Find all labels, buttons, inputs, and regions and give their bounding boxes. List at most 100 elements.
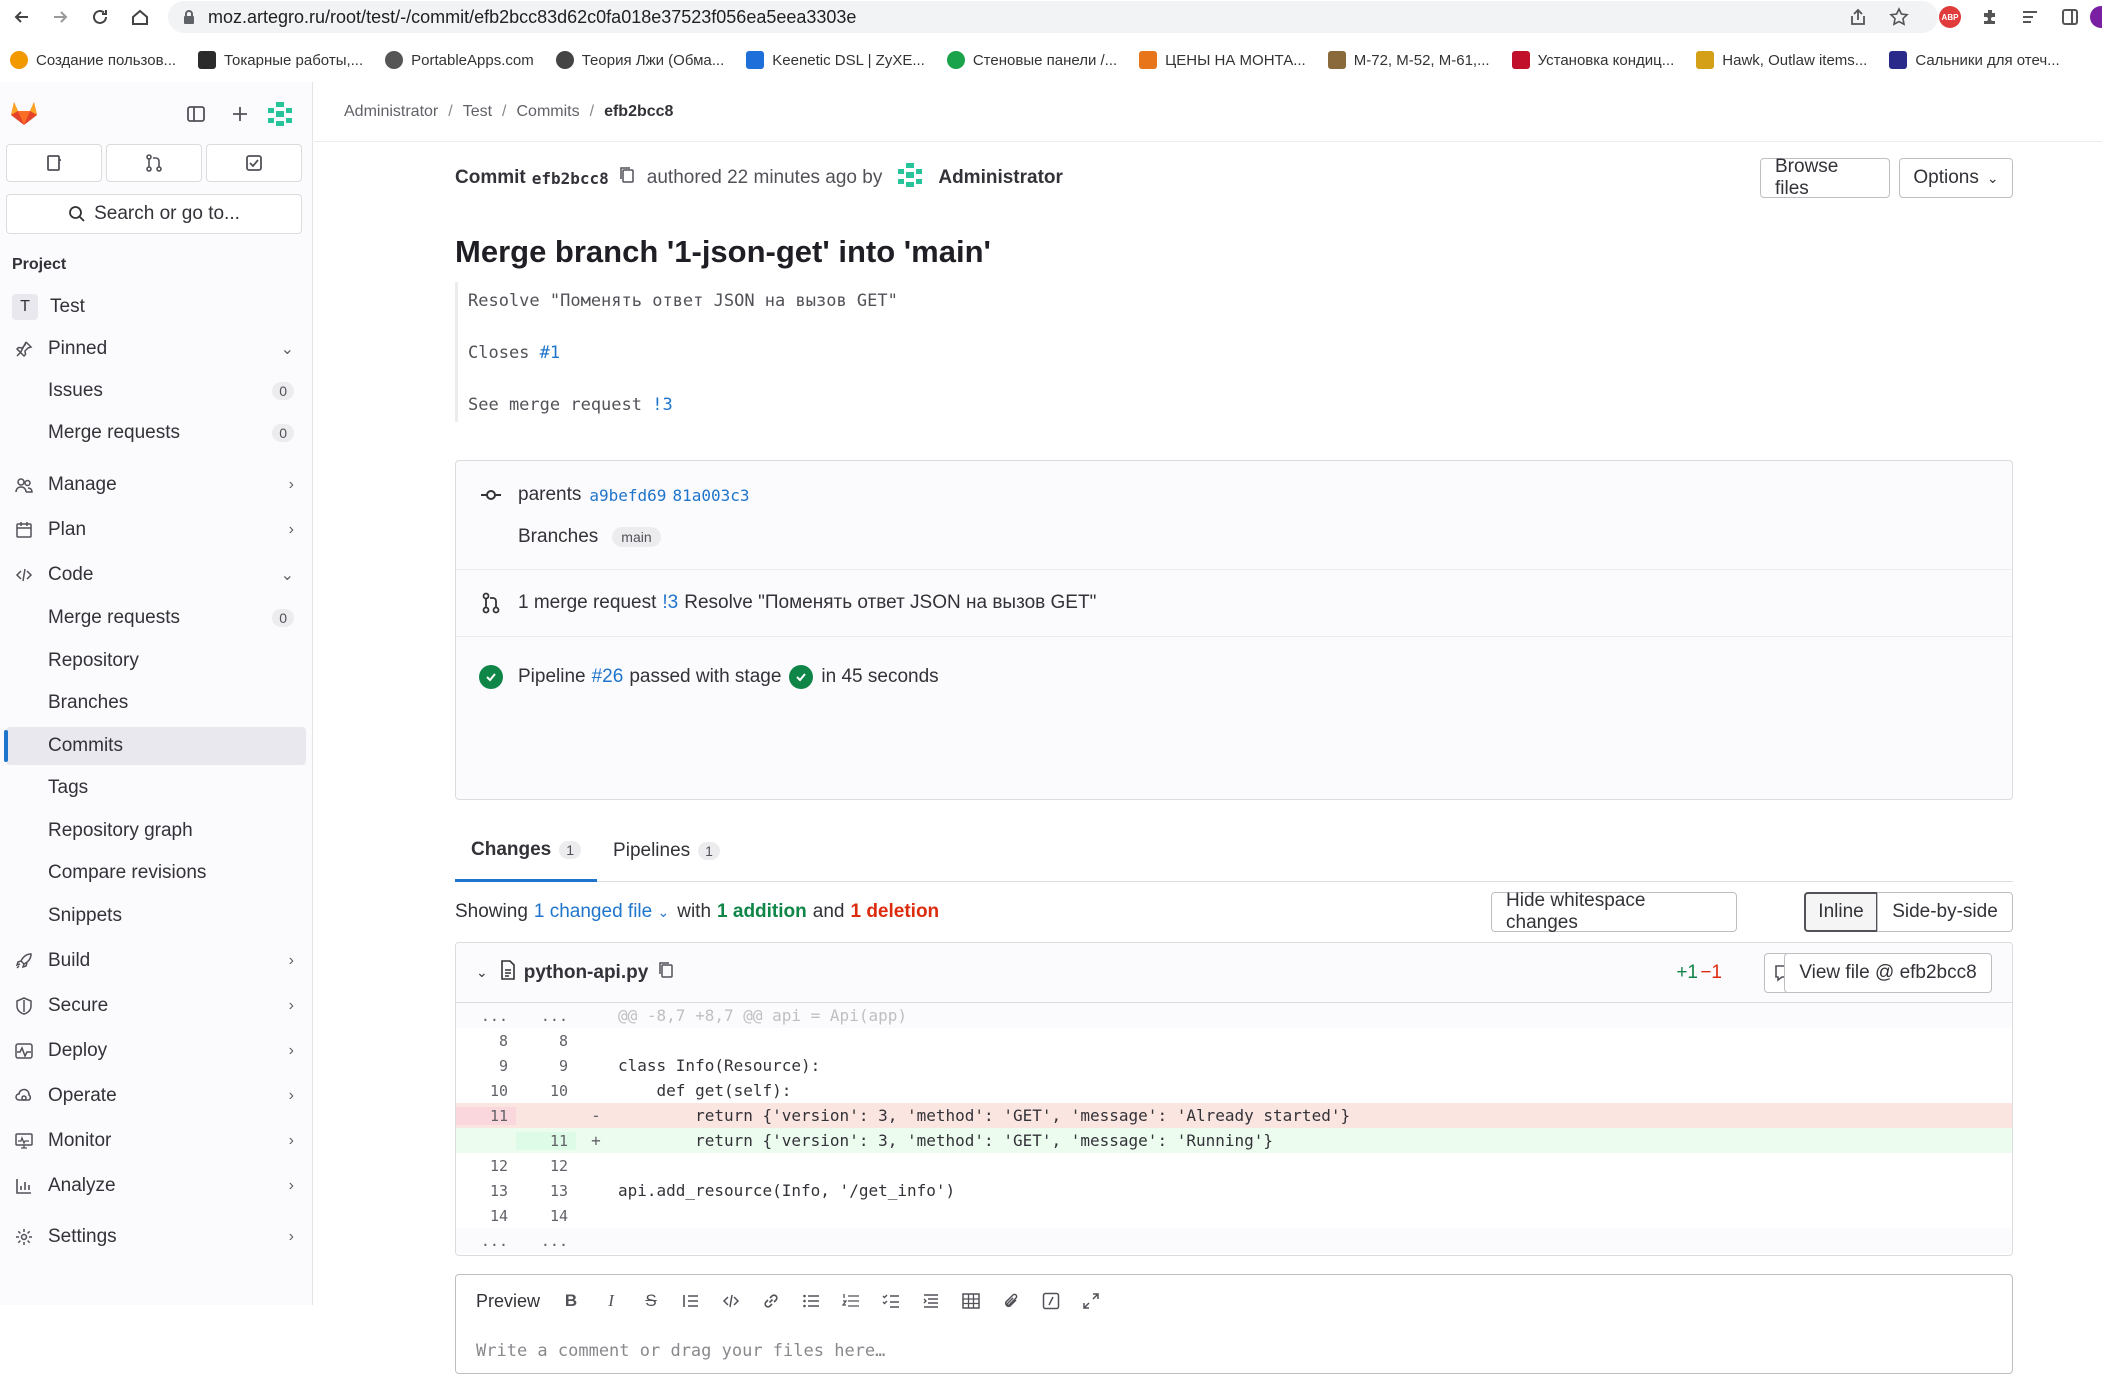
line-number[interactable]: 14 xyxy=(456,1207,516,1225)
user-avatar-icon[interactable] xyxy=(266,100,294,128)
issue-link[interactable]: #1 xyxy=(540,343,560,363)
breadcrumb-item[interactable]: Commits xyxy=(517,103,580,121)
sidebar-item-code[interactable]: Code ⌄ xyxy=(6,556,306,594)
line-number[interactable]: 14 xyxy=(516,1207,576,1225)
sidebar-item-pinned[interactable]: Pinned ⌄ xyxy=(6,330,306,368)
sidebar-item-commits[interactable]: Commits xyxy=(4,727,306,765)
sidebar-item-repository[interactable]: Repository xyxy=(6,642,306,680)
bold-icon[interactable]: B xyxy=(558,1288,584,1314)
share-icon[interactable] xyxy=(1846,5,1870,29)
task-list-icon[interactable] xyxy=(878,1288,904,1314)
sidebar-item-repository-graph[interactable]: Repository graph xyxy=(6,812,306,850)
bookmark-item[interactable]: Создание пользов... xyxy=(10,51,176,69)
sidebar-item-operate[interactable]: Operate › xyxy=(6,1077,306,1115)
line-number[interactable]: 10 xyxy=(456,1082,516,1100)
line-number[interactable]: 13 xyxy=(456,1182,516,1200)
sidebar-item-plan[interactable]: Plan › xyxy=(6,511,306,549)
quick-action-icon[interactable] xyxy=(1038,1288,1064,1314)
tab-pipelines[interactable]: Pipelines 1 xyxy=(597,820,736,882)
preview-tab[interactable]: Preview xyxy=(476,1291,540,1312)
collapse-sidebar-icon[interactable] xyxy=(182,100,210,128)
todo-list-button[interactable] xyxy=(206,144,302,182)
breadcrumb-item[interactable]: Administrator xyxy=(344,103,438,121)
star-icon[interactable] xyxy=(1887,5,1911,29)
bullet-list-icon[interactable] xyxy=(798,1288,824,1314)
line-number[interactable]: 11 xyxy=(516,1131,576,1150)
sidebar-item-deploy[interactable]: Deploy › xyxy=(6,1032,306,1070)
options-dropdown[interactable]: Options ⌄ xyxy=(1899,158,2013,198)
sidebar-item-build[interactable]: Build › xyxy=(6,942,306,980)
link-icon[interactable] xyxy=(758,1288,784,1314)
sidebar-item-code-merge-requests[interactable]: Merge requests 0 xyxy=(6,599,306,637)
copy-icon[interactable] xyxy=(658,961,674,985)
changed-files-dropdown[interactable]: 1 changed file ⌄ xyxy=(534,901,669,923)
branch-badge[interactable]: main xyxy=(612,527,661,547)
attachment-icon[interactable] xyxy=(998,1288,1024,1314)
plus-icon[interactable] xyxy=(226,100,254,128)
sidebar-item-merge-requests[interactable]: Merge requests 0 xyxy=(6,414,306,452)
bookmark-item[interactable]: Токарные работы,... xyxy=(198,51,363,69)
bookmark-item[interactable]: Теория Лжи (Обма... xyxy=(555,51,724,69)
bookmark-item[interactable]: М-72, М-52, М-61,... xyxy=(1327,51,1490,69)
extensions-icon[interactable] xyxy=(1978,5,2002,29)
status-success-icon[interactable] xyxy=(476,662,506,692)
sidebar-item-analyze[interactable]: Analyze › xyxy=(6,1167,306,1205)
side-by-side-button[interactable]: Side-by-side xyxy=(1877,892,2013,932)
bookmark-item[interactable]: PortableApps.com xyxy=(385,51,534,69)
adblock-icon[interactable]: ABP xyxy=(1938,5,1962,29)
sidebar-item-settings[interactable]: Settings › xyxy=(6,1218,306,1256)
address-bar[interactable]: moz.artegro.ru/root/test/-/commit/efb2bc… xyxy=(168,1,1938,33)
code-icon[interactable] xyxy=(718,1288,744,1314)
bookmark-item[interactable]: Сальники для отеч... xyxy=(1889,51,2060,69)
line-number[interactable]: 11 xyxy=(456,1106,516,1125)
quote-icon[interactable] xyxy=(678,1288,704,1314)
breadcrumb-item[interactable]: Test xyxy=(463,103,492,121)
bookmark-item[interactable]: Hawk, Outlaw items... xyxy=(1696,51,1867,69)
table-icon[interactable] xyxy=(958,1288,984,1314)
parent-commit-link[interactable]: a9befd69 xyxy=(589,486,666,505)
pipeline-link[interactable]: #26 xyxy=(592,666,624,688)
collapsible-icon[interactable] xyxy=(918,1288,944,1314)
bookmark-item[interactable]: Установка кондиц... xyxy=(1511,51,1674,69)
line-number[interactable]: 12 xyxy=(516,1157,576,1175)
sidebar-item-compare-revisions[interactable]: Compare revisions xyxy=(6,854,306,892)
line-number[interactable]: 8 xyxy=(456,1032,516,1050)
view-file-button[interactable]: View file @ efb2bcc8 xyxy=(1784,953,1992,993)
browse-files-button[interactable]: Browse files xyxy=(1760,156,1890,199)
author-name[interactable]: Administrator xyxy=(938,167,1063,189)
home-icon[interactable] xyxy=(126,3,154,31)
sidebar-item-branches[interactable]: Branches xyxy=(6,684,306,722)
line-number[interactable]: 9 xyxy=(456,1057,516,1075)
reading-list-icon[interactable] xyxy=(2018,5,2042,29)
tab-changes[interactable]: Changes 1 xyxy=(455,820,598,882)
inline-view-button[interactable]: Inline xyxy=(1804,892,1878,932)
reload-icon[interactable] xyxy=(86,3,114,31)
gitlab-logo-icon[interactable] xyxy=(8,96,40,128)
merge-request-link[interactable]: !3 xyxy=(652,395,672,415)
bookmark-item[interactable]: ЦЕНЫ НА МОНТА... xyxy=(1139,51,1306,69)
sidebar-item-snippets[interactable]: Snippets xyxy=(6,897,306,935)
line-number[interactable]: 8 xyxy=(516,1032,576,1050)
file-name[interactable]: python-api.py xyxy=(524,962,649,984)
sidebar-item-secure[interactable]: Secure › xyxy=(6,987,306,1025)
parent-commit-link[interactable]: 81a003c3 xyxy=(672,486,749,505)
assigned-issues-button[interactable] xyxy=(6,144,102,182)
bookmark-item[interactable]: Keenetic DSL | ZyXE... xyxy=(746,51,925,69)
merge-request-link[interactable]: !3 xyxy=(662,592,678,614)
hide-whitespace-button[interactable]: Hide whitespace changes xyxy=(1491,890,1737,933)
sidebar-item-tags[interactable]: Tags xyxy=(6,769,306,807)
stage-success-icon[interactable] xyxy=(789,664,814,690)
sidepanel-icon[interactable] xyxy=(2058,5,2082,29)
diff-expand-row[interactable]: ... ... xyxy=(456,1228,2012,1253)
copy-icon[interactable] xyxy=(619,166,635,190)
merge-requests-button[interactable] xyxy=(106,144,202,182)
sidebar-item-manage[interactable]: Manage › xyxy=(6,466,306,504)
comment-input[interactable]: Write a comment or drag your files here… xyxy=(476,1341,885,1361)
strikethrough-icon[interactable]: S xyxy=(638,1288,664,1314)
author-avatar[interactable] xyxy=(896,161,924,195)
sidebar-item-issues[interactable]: Issues 0 xyxy=(6,372,306,410)
line-number[interactable]: 12 xyxy=(456,1157,516,1175)
line-number[interactable]: 9 xyxy=(516,1057,576,1075)
sidebar-item-monitor[interactable]: Monitor › xyxy=(6,1122,306,1160)
forward-icon[interactable] xyxy=(46,3,74,31)
